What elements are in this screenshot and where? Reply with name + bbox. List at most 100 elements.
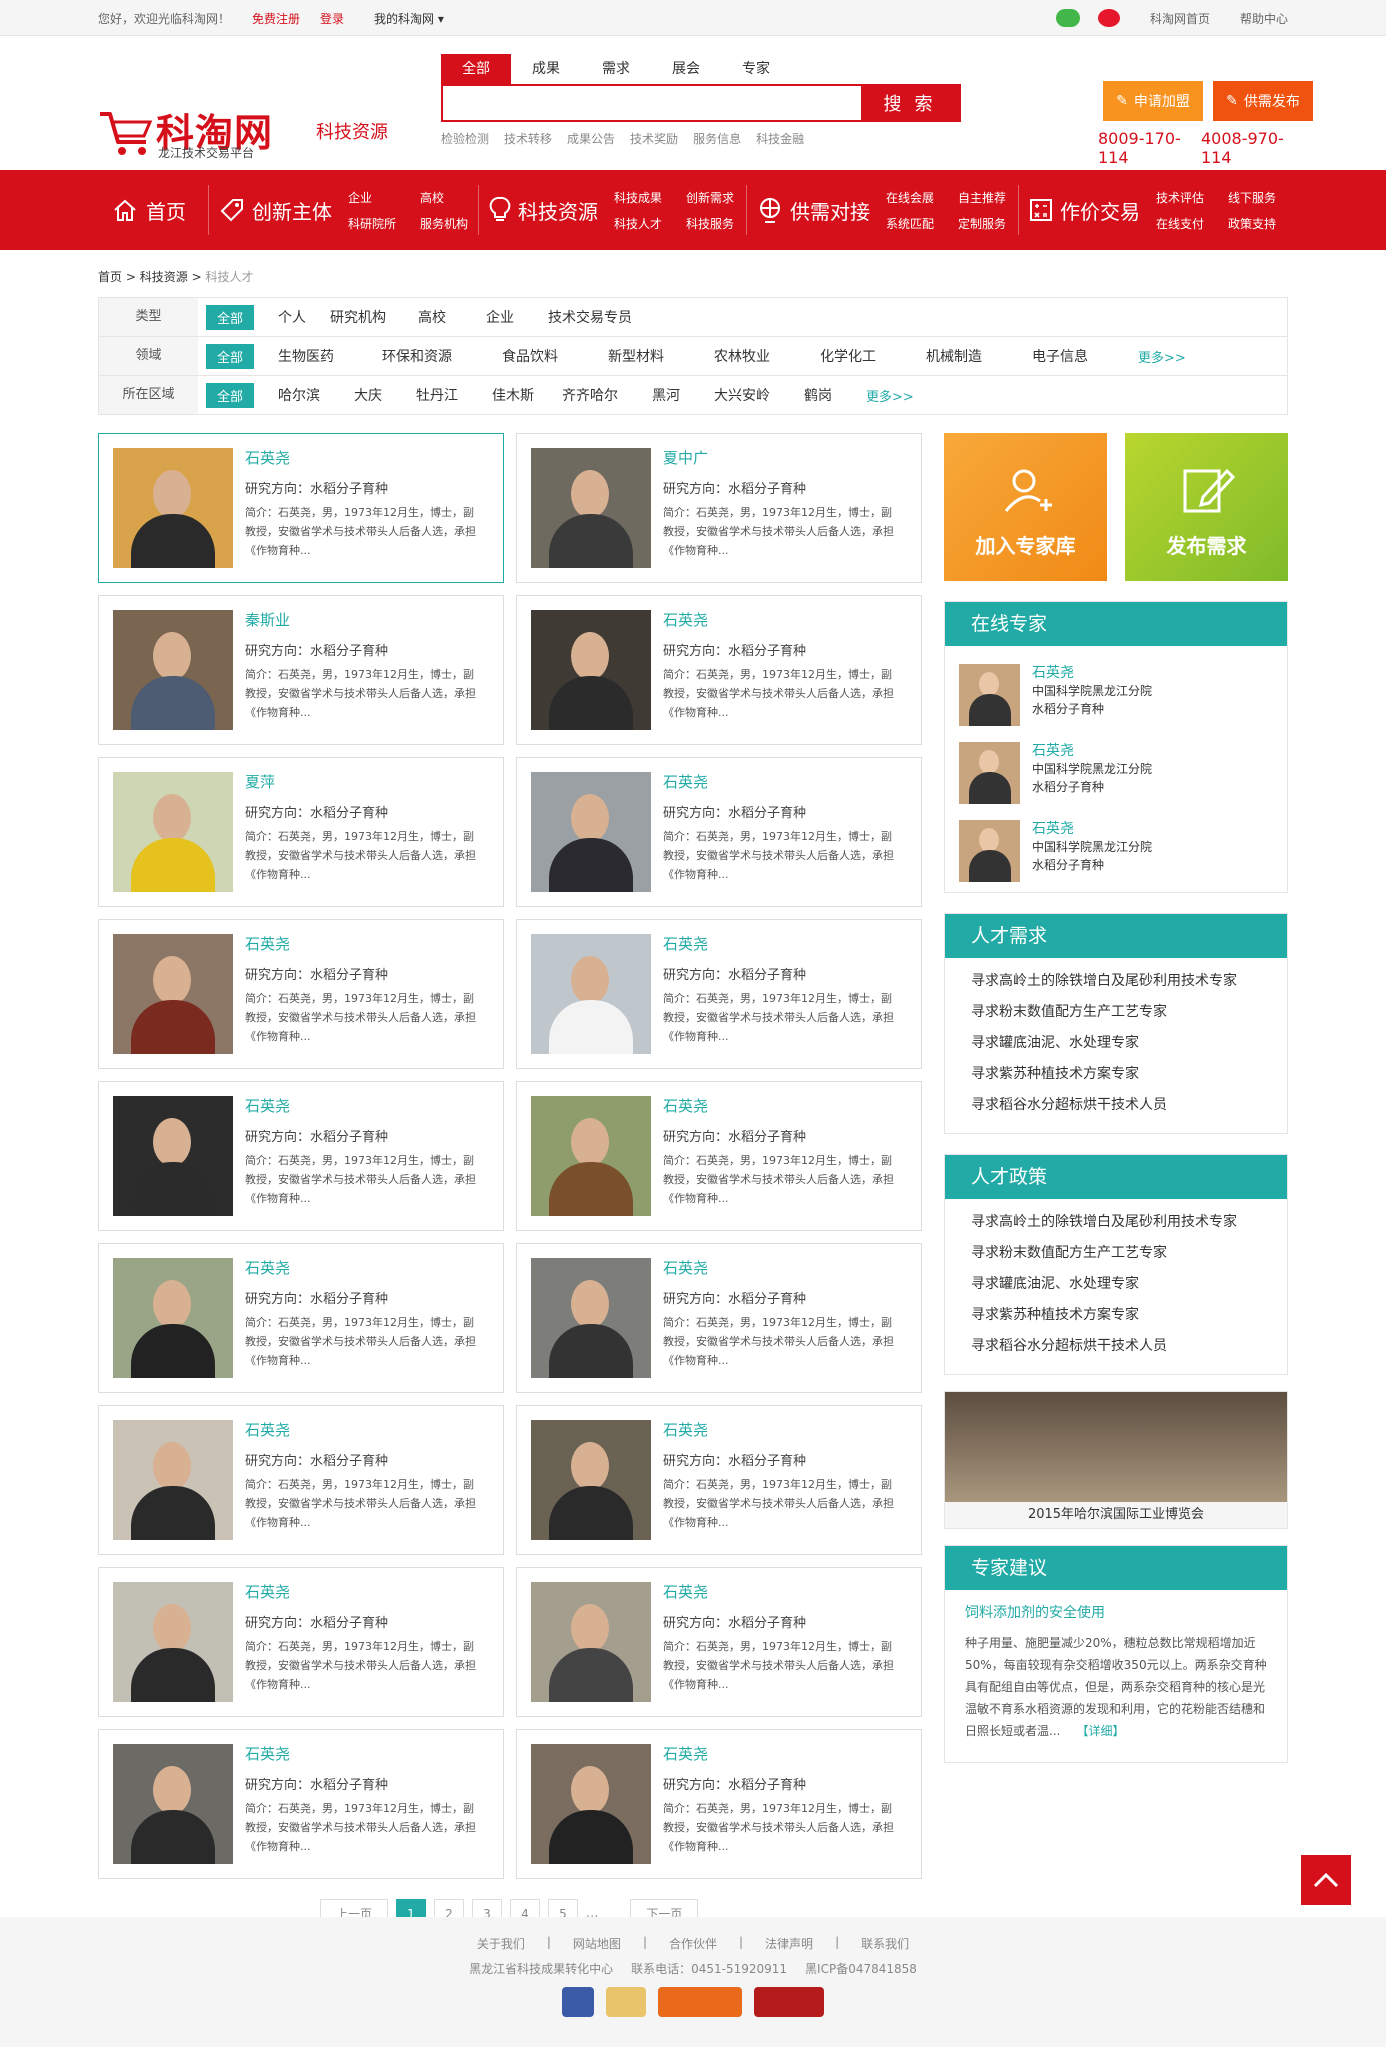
online-expert-item[interactable]: 石英尧 中国科学院黑龙江分院 水稻分子育种 [945, 728, 1287, 806]
nav-sub-payment[interactable]: 在线支付 [1156, 215, 1204, 232]
footer-link[interactable]: 联系我们 [861, 1935, 909, 1952]
filter-option[interactable]: 电子信息 [1032, 346, 1088, 366]
hot-keyword[interactable]: 科技金融 [756, 130, 804, 147]
expert-name[interactable]: 夏萍 [245, 772, 480, 792]
emblem-badge-icon[interactable] [606, 1987, 646, 2017]
nav-trade[interactable]: 作价交易 [1029, 196, 1140, 225]
expert-photo[interactable] [113, 1744, 233, 1864]
nav-matching[interactable]: 供需对接 [757, 196, 870, 225]
police-badge-icon[interactable] [562, 1987, 594, 2017]
expert-card[interactable]: 夏萍 研究方向：水稻分子育种 简介：石英尧，男，1973年12月生，博士，副教授，安… [98, 757, 504, 907]
search-tab-demand[interactable]: 需求 [581, 54, 651, 84]
nav-sub-policy[interactable]: 政策支持 [1228, 215, 1276, 232]
expert-photo[interactable] [531, 1096, 651, 1216]
filter-option[interactable]: 机械制造 [926, 346, 982, 366]
demand-item[interactable]: 寻求紫苏种植技术方案专家 [971, 1059, 1287, 1090]
expert-card[interactable]: 石英尧 研究方向：水稻分子育种 简介：石英尧，男，1973年12月生，博士，副教授，… [98, 1405, 504, 1555]
filter-option[interactable]: 黑河 [652, 385, 680, 405]
apply-join-button[interactable]: ✎ 申请加盟 [1103, 81, 1203, 121]
filter-option[interactable]: 大兴安岭 [714, 385, 770, 405]
trust-badge-icon[interactable] [658, 1987, 742, 2017]
nav-innovation[interactable]: 创新主体 [219, 196, 332, 225]
search-tab-results[interactable]: 成果 [511, 54, 581, 84]
expert-photo[interactable] [113, 1582, 233, 1702]
expert-name[interactable]: 石英尧 [663, 1744, 898, 1764]
expert-name[interactable]: 石英尧 [245, 448, 480, 468]
expert-photo[interactable] [531, 448, 651, 568]
register-link[interactable]: 免费注册 [252, 10, 300, 27]
expert-name[interactable]: 石英尧 [663, 772, 898, 792]
search-tab-expo[interactable]: 展会 [651, 54, 721, 84]
expert-name[interactable]: 石英尧 [1032, 820, 1152, 838]
nav-sub-enterprise[interactable]: 企业 [348, 189, 396, 206]
expert-photo[interactable] [113, 934, 233, 1054]
filter-option[interactable]: 化学化工 [820, 346, 876, 366]
expert-name[interactable]: 石英尧 [663, 610, 898, 630]
publish-demand-tile[interactable]: 发布需求 [1125, 433, 1288, 581]
filter-more-link[interactable]: 更多>> [1138, 347, 1186, 366]
nav-sub-service-org[interactable]: 服务机构 [420, 215, 468, 232]
expert-name[interactable]: 石英尧 [245, 1096, 480, 1116]
weibo-icon[interactable] [1097, 9, 1120, 27]
expert-photo[interactable] [531, 610, 651, 730]
hot-keyword[interactable]: 检验检测 [441, 130, 489, 147]
expert-card[interactable]: 石英尧 研究方向：水稻分子育种 简介：石英尧，男，1973年12月生，博士，副教授，… [516, 1405, 922, 1555]
filter-option[interactable]: 佳木斯 [492, 385, 534, 405]
filter-option[interactable]: 个人 [278, 307, 306, 327]
expert-card[interactable]: 石英尧 研究方向：水稻分子育种 简介：石英尧，男，1973年12月生，博士，副教授，… [98, 433, 504, 583]
nav-sub-recommend[interactable]: 自主推荐 [958, 189, 1006, 206]
expert-card[interactable]: 夏中广 研究方向：水稻分子育种 简介：石英尧，男，1973年12月生，博士，副教授，… [516, 433, 922, 583]
nav-sub-service[interactable]: 科技服务 [686, 215, 734, 232]
join-expert-tile[interactable]: 加入专家库 [944, 433, 1107, 581]
expo-banner[interactable]: 2015年哈尔滨国际工业博览会 [944, 1391, 1288, 1529]
expert-card[interactable]: 石英尧 研究方向：水稻分子育种 简介：石英尧，男，1973年12月生，博士，副教授，… [98, 1243, 504, 1393]
policy-item[interactable]: 寻求稻谷水分超标烘干技术人员 [971, 1331, 1287, 1362]
expert-card[interactable]: 秦斯业 研究方向：水稻分子育种 简介：石英尧，男，1973年12月生，博士，副教授，… [98, 595, 504, 745]
expert-card[interactable]: 石英尧 研究方向：水稻分子育种 简介：石英尧，男，1973年12月生，博士，副教授，… [98, 1081, 504, 1231]
filter-option[interactable]: 生物医药 [278, 346, 334, 366]
demand-item[interactable]: 寻求粉末数值配方生产工艺专家 [971, 997, 1287, 1028]
filter-option[interactable]: 哈尔滨 [278, 385, 320, 405]
nav-sub-university[interactable]: 高校 [420, 189, 468, 206]
logo[interactable]: 科淘网 龙江技术交易平台 科技资源 [98, 66, 398, 160]
search-tab-experts[interactable]: 专家 [721, 54, 791, 84]
policy-item[interactable]: 寻求罐底油泥、水处理专家 [971, 1269, 1287, 1300]
search-input[interactable] [443, 86, 861, 120]
filter-option[interactable]: 研究机构 [330, 307, 386, 327]
expert-photo[interactable] [113, 772, 233, 892]
advice-more-link[interactable]: 【详细】 [1076, 1724, 1124, 1738]
record-badge-icon[interactable] [754, 1987, 824, 2017]
expert-photo[interactable] [113, 1420, 233, 1540]
policy-item[interactable]: 寻求紫苏种植技术方案专家 [971, 1300, 1287, 1331]
expert-name[interactable]: 石英尧 [245, 1744, 480, 1764]
nav-home[interactable]: 首页 [98, 196, 208, 225]
filter-option[interactable]: 农林牧业 [714, 346, 770, 366]
expert-name[interactable]: 石英尧 [1032, 664, 1152, 682]
expert-card[interactable]: 石英尧 研究方向：水稻分子育种 简介：石英尧，男，1973年12月生，博士，副教授，… [516, 1729, 922, 1879]
nav-resources[interactable]: 科技资源 [489, 196, 598, 225]
expert-name[interactable]: 石英尧 [245, 1582, 480, 1602]
nav-sub-results[interactable]: 科技成果 [614, 189, 662, 206]
expert-photo[interactable] [113, 1096, 233, 1216]
expert-photo[interactable] [531, 1744, 651, 1864]
filter-option[interactable]: 全部 [206, 304, 255, 330]
my-account-menu[interactable]: 我的科淘网 ▾ [374, 10, 444, 27]
back-to-top-button[interactable] [1301, 1855, 1351, 1905]
expert-name[interactable]: 石英尧 [245, 1420, 480, 1440]
nav-sub-offline[interactable]: 线下服务 [1228, 189, 1276, 206]
footer-link[interactable]: 法律声明 [765, 1935, 813, 1952]
expert-name[interactable]: 石英尧 [245, 934, 480, 954]
nav-sub-online-expo[interactable]: 在线会展 [886, 189, 934, 206]
expert-name[interactable]: 石英尧 [245, 1258, 480, 1278]
footer-link[interactable]: 合作伙伴 [669, 1935, 717, 1952]
publish-button[interactable]: ✎ 供需发布 [1213, 81, 1313, 121]
demand-item[interactable]: 寻求稻谷水分超标烘干技术人员 [971, 1090, 1287, 1121]
nav-sub-evaluation[interactable]: 技术评估 [1156, 189, 1204, 206]
filter-option[interactable]: 技术交易专员 [548, 307, 632, 327]
expert-photo[interactable] [531, 934, 651, 1054]
filter-option[interactable]: 食品饮料 [502, 346, 558, 366]
filter-option[interactable]: 新型材料 [608, 346, 664, 366]
hot-keyword[interactable]: 服务信息 [693, 130, 741, 147]
expert-photo[interactable] [113, 448, 233, 568]
nav-sub-match[interactable]: 系统匹配 [886, 215, 934, 232]
